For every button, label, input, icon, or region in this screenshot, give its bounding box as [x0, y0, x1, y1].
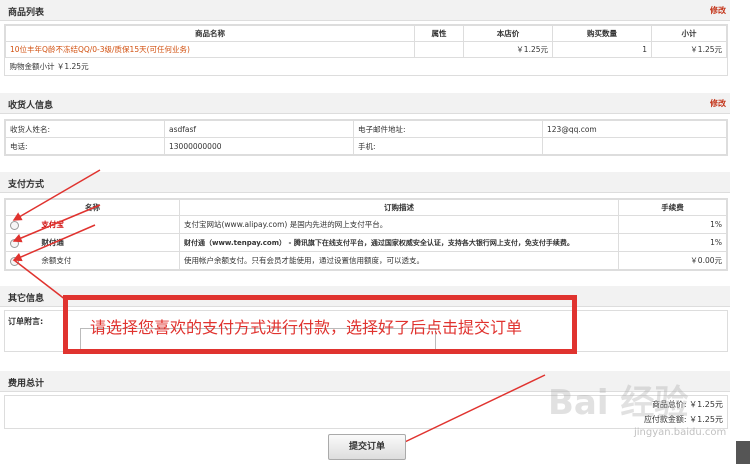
watermark-url: jingyan.baidu.com	[634, 427, 727, 438]
arrow-to-tenpay	[12, 204, 101, 243]
arrow-from-callout	[13, 259, 67, 301]
arrow-to-balance	[12, 224, 96, 262]
baidu-jingyan-watermark: Bai 经验 jingyan.baidu.com	[548, 375, 748, 455]
arrow-to-alipay	[12, 169, 101, 221]
arrow-to-submit	[386, 374, 546, 451]
scroll-handle[interactable]	[736, 441, 750, 464]
submit-order-button[interactable]: 提交订单	[328, 434, 406, 460]
watermark-main: Bai 经验	[548, 383, 689, 423]
